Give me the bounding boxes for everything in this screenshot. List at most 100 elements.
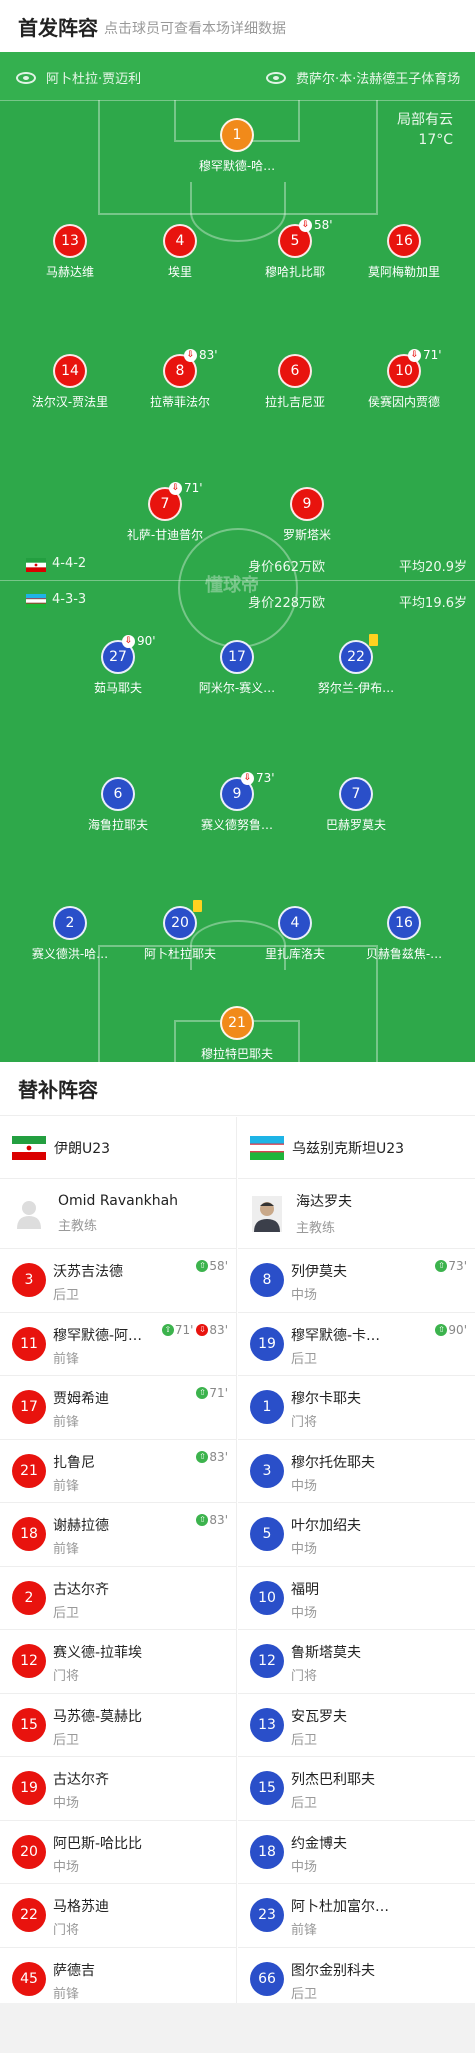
- sub-events: ⇧ 58': [193, 1259, 228, 1273]
- away-player-9[interactable]: 9 赛义德努鲁… ⇩ 73': [177, 771, 297, 833]
- sub-player-name: 萨德吉: [53, 1962, 95, 1979]
- sub-player-row[interactable]: 12 鲁斯塔莫夫 门将: [238, 1630, 475, 1694]
- sub-player-row[interactable]: 15 马苏德-莫赫比 后卫: [0, 1694, 236, 1757]
- away-player-16[interactable]: 16 贝赫鲁兹焦-…: [344, 906, 464, 962]
- player-number: 9: [290, 487, 324, 521]
- sub-player-number: 5: [250, 1517, 284, 1551]
- sub-player-name: 穆罕默德-阿…: [53, 1327, 143, 1344]
- away-player-6[interactable]: 6 海鲁拉耶夫: [58, 777, 178, 833]
- sub-event-minute: 73': [448, 1259, 467, 1273]
- coach-placeholder-avatar: [14, 1196, 44, 1232]
- player-name: 努尔兰-伊布…: [317, 681, 395, 695]
- home-player-14[interactable]: 14 法尔汉-贾法里: [10, 354, 130, 410]
- player-number: 4: [163, 224, 197, 258]
- sub-player-name: 福明: [291, 1581, 319, 1598]
- sub-player-number: 2: [12, 1580, 46, 1615]
- sub-player-row[interactable]: 12 赛义德-拉菲埃 门将: [0, 1630, 236, 1694]
- player-name: 里扎库洛夫: [264, 947, 325, 961]
- sub-player-position: 门将: [53, 1669, 80, 1684]
- away-player-2[interactable]: 2 赛义德洪-哈…: [10, 906, 130, 962]
- home-formation: 4-4-2: [52, 556, 87, 571]
- stadium-icon: [16, 71, 36, 84]
- sub-player-row[interactable]: 15 列杰巴利耶夫 后卫: [238, 1757, 475, 1821]
- home-player-7[interactable]: 7 礼萨-甘迪普尔 ⇩ 71': [105, 481, 225, 543]
- player-name: 莫阿梅勒加里: [367, 265, 440, 279]
- home-player-8[interactable]: 8 拉蒂菲法尔 ⇩ 83': [120, 348, 240, 410]
- sub-player-position: 门将: [291, 1415, 318, 1430]
- sub-player-row[interactable]: 21 扎鲁尼 前锋 ⇧ 83': [0, 1440, 236, 1503]
- sub-out-icon: ⇩: [408, 348, 421, 362]
- away-player-4[interactable]: 4 里扎库洛夫: [235, 906, 355, 962]
- sub-player-row[interactable]: 19 穆罕默德-卡… 后卫 ⇧ 90': [238, 1313, 475, 1376]
- sub-player-row[interactable]: 3 穆尔托佐耶夫 中场: [238, 1440, 475, 1503]
- away-subs-list: 8 列伊莫夫 中场 ⇧ 73' 19 穆罕默德-卡… 后卫 ⇧ 90' 1 穆尔卡耶夫 门将 3 穆尔托佐耶…: [238, 1249, 475, 2011]
- coach-role: 主教练: [58, 1219, 98, 1234]
- away-player-22[interactable]: 22 努尔兰-伊布…: [296, 634, 416, 696]
- home-player-9[interactable]: 9 罗斯塔米: [247, 487, 367, 543]
- away-player-20[interactable]: 20 阿卜杜拉耶夫: [120, 900, 240, 962]
- sub-player-row[interactable]: 5 叶尔加绍夫 中场: [238, 1503, 475, 1567]
- home-player-13[interactable]: 13 马赫达维: [10, 224, 130, 280]
- away-avg-age: 平均19.6岁: [399, 596, 467, 611]
- sub-player-name: 贾姆希迪: [53, 1391, 109, 1407]
- sub-player-number: 66: [250, 1961, 284, 1996]
- yellow-card-icon: [369, 634, 378, 646]
- sub-player-row[interactable]: 10 福明 中场: [238, 1567, 475, 1630]
- sub-player-row[interactable]: 45 萨德吉 前锋: [0, 1948, 236, 2011]
- away-coach[interactable]: 海达罗夫 主教练: [238, 1179, 475, 1249]
- sub-player-name: 穆罕默德-卡…: [291, 1327, 381, 1344]
- sub-player-row[interactable]: 17 贾姆希迪 前锋 ⇧ 71': [0, 1376, 236, 1440]
- sub-events: ⇧ 71' ⇩ 83': [159, 1323, 228, 1337]
- home-player-6[interactable]: 6 拉扎吉尼亚: [235, 354, 355, 410]
- sub-player-name: 约金博夫: [291, 1835, 347, 1852]
- sub-out-icon: ⇩: [184, 348, 197, 362]
- sub-in-icon: ⇧: [435, 1323, 448, 1336]
- away-player-21[interactable]: 21 穆拉特巴耶夫: [177, 1006, 297, 1062]
- home-player-16[interactable]: 16 莫阿梅勒加里: [344, 224, 464, 280]
- sub-player-row[interactable]: 18 约金博夫 中场: [238, 1821, 475, 1884]
- sub-player-row[interactable]: 8 列伊莫夫 中场 ⇧ 73': [238, 1249, 475, 1313]
- away-player-17[interactable]: 17 阿米尔-赛义…: [177, 640, 297, 696]
- sub-player-name: 阿卜杜加富尔…: [291, 1899, 389, 1915]
- player-name: 阿米尔-赛义…: [198, 681, 276, 695]
- home-player-5[interactable]: 5 穆哈扎比耶 ⇩ 58': [235, 218, 355, 280]
- weather-label: 局部有云: [397, 112, 453, 128]
- sub-player-row[interactable]: 18 谢赫拉德 前锋 ⇧ 83': [0, 1503, 236, 1567]
- sub-player-row[interactable]: 11 穆罕默德-阿… 前锋 ⇧ 71' ⇩ 83': [0, 1313, 236, 1376]
- sub-in-event: ⇧ 58': [196, 1259, 228, 1273]
- sub-player-row[interactable]: 23 阿卜杜加富尔… 前锋: [238, 1884, 475, 1948]
- away-player-27[interactable]: 27 茹马耶夫 ⇩ 90': [58, 634, 178, 696]
- sub-player-row[interactable]: 3 沃苏吉法德 后卫 ⇧ 58': [0, 1249, 236, 1313]
- home-player-1[interactable]: 1 穆罕默德-哈…: [177, 118, 297, 174]
- player-name: 穆拉特巴耶夫: [200, 1047, 273, 1061]
- section-subtitle: 点击球员可查看本场详细数据: [104, 20, 286, 37]
- sub-player-number: 19: [12, 1771, 46, 1805]
- away-team-header[interactable]: 乌兹别克斯坦U23: [238, 1117, 475, 1179]
- home-player-4[interactable]: 4 埃里: [120, 224, 240, 280]
- sub-player-row[interactable]: 13 安瓦罗夫 后卫: [238, 1694, 475, 1757]
- sub-player-position: 后卫: [291, 1796, 318, 1811]
- away-player-7[interactable]: 7 巴赫罗莫夫: [296, 777, 416, 833]
- sub-out-marker: ⇩ 90': [122, 634, 156, 648]
- sub-player-position: 前锋: [53, 1351, 80, 1367]
- sub-in-icon: ⇧: [435, 1260, 448, 1272]
- home-player-10[interactable]: 10 侯赛因内贾德 ⇩ 71': [344, 348, 464, 410]
- sub-player-name: 沃苏吉法德: [53, 1264, 123, 1280]
- home-team-header[interactable]: 伊朗U23: [0, 1117, 236, 1179]
- sub-player-position: 后卫: [291, 1351, 318, 1367]
- sub-player-row[interactable]: 19 古达尔齐 中场: [0, 1757, 236, 1821]
- sub-player-row[interactable]: 2 古达尔齐 后卫: [0, 1567, 236, 1630]
- sub-player-row[interactable]: 1 穆尔卡耶夫 门将: [238, 1376, 475, 1440]
- sub-player-row[interactable]: 66 图尔金别科夫 后卫: [238, 1948, 475, 2011]
- player-number: 6: [101, 777, 135, 811]
- sub-player-row[interactable]: 22 马格苏迪 门将: [0, 1884, 236, 1948]
- sub-player-position: 中场: [291, 1859, 318, 1875]
- sub-out-minute: 58': [314, 218, 333, 232]
- player-number: 22: [339, 640, 373, 674]
- sub-player-name: 穆尔托佐耶夫: [291, 1454, 375, 1471]
- coach-name: Omid Ravankhah: [58, 1193, 179, 1209]
- sub-player-row[interactable]: 20 阿巴斯-哈比比 中场: [0, 1821, 236, 1884]
- home-coach[interactable]: Omid Ravankhah 主教练: [0, 1179, 236, 1249]
- sub-player-name: 马格苏迪: [53, 1899, 109, 1915]
- player-name: 马赫达维: [45, 265, 94, 279]
